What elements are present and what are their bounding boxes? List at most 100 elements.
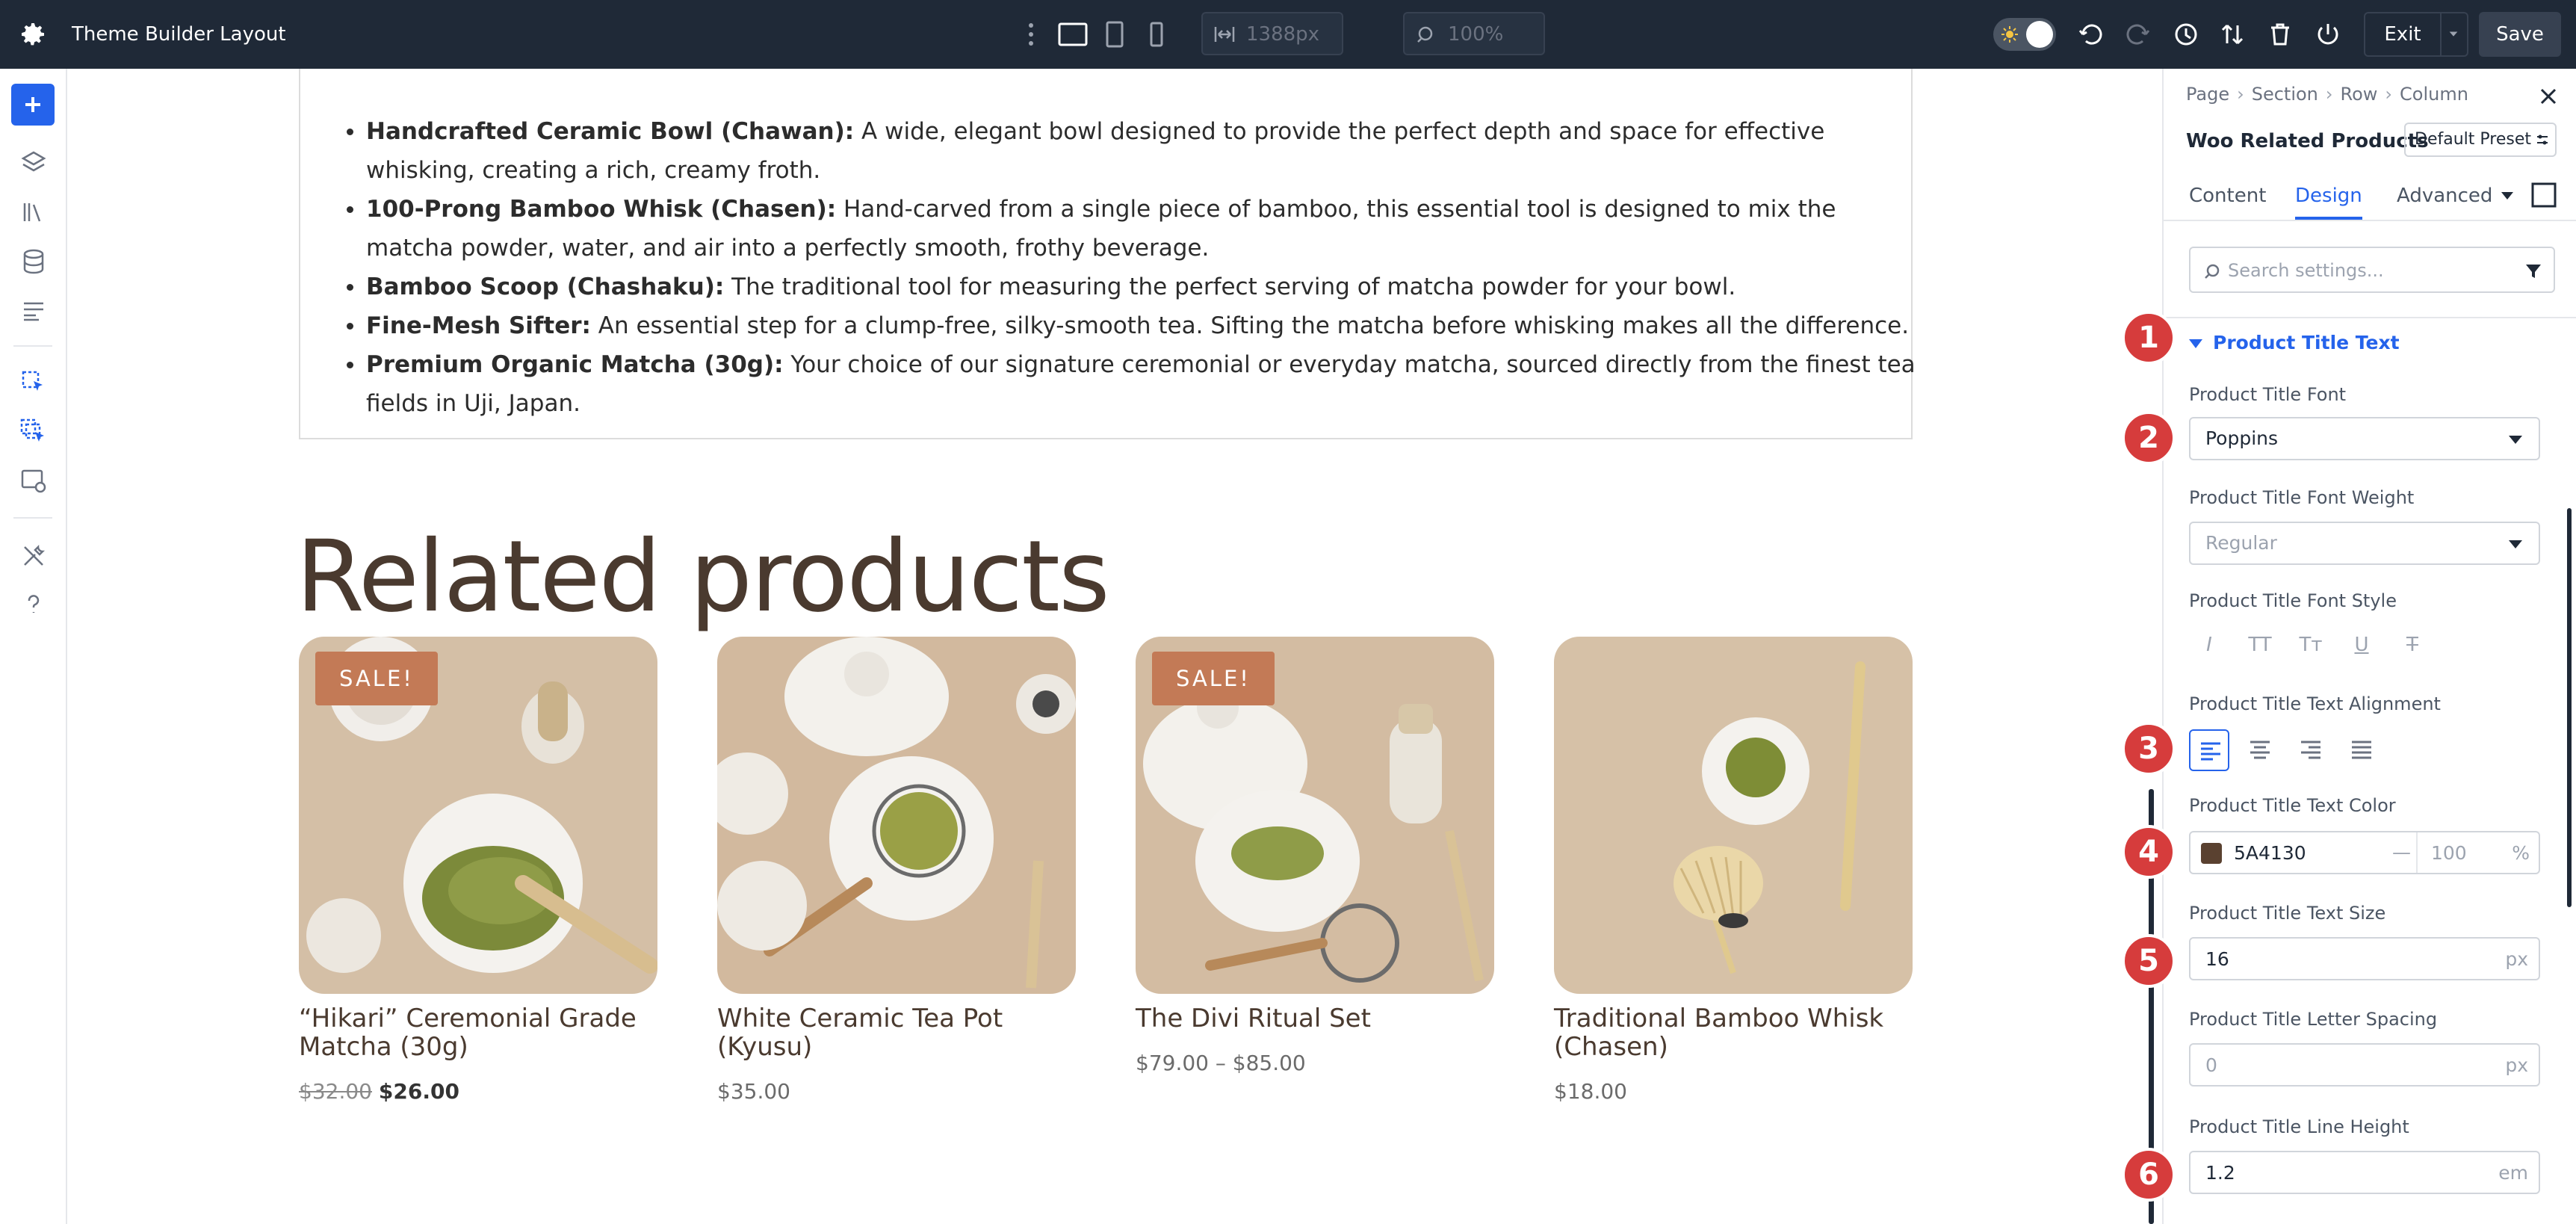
product-image[interactable]: SALE! — [1136, 637, 1494, 994]
underline-button[interactable]: U — [2341, 634, 2382, 656]
caret-down-icon — [2509, 436, 2522, 444]
caret-down-icon — [2189, 339, 2202, 348]
letter-spacing-label: Product Title Letter Spacing — [2189, 1009, 2438, 1030]
product-title[interactable]: Traditional Bamboo Whisk (Chasen) — [1554, 1004, 1898, 1061]
redo-icon[interactable] — [2123, 19, 2153, 49]
item-title: Fine-Mesh Sifter: — [366, 312, 591, 339]
frame-icon[interactable] — [2530, 181, 2558, 209]
line-height-value: 1.2 — [2205, 1162, 2235, 1184]
product-title[interactable]: The Divi Ritual Set — [1136, 1004, 1479, 1033]
capitalize-button[interactable]: Tт — [2291, 634, 2331, 656]
library-icon[interactable] — [17, 196, 50, 229]
italic-button[interactable]: I — [2189, 634, 2229, 656]
breadcrumb-page[interactable]: Page — [2186, 84, 2229, 105]
undo-icon[interactable] — [2075, 19, 2105, 49]
tab-advanced[interactable]: Advanced — [2397, 173, 2492, 220]
align-left-button[interactable] — [2189, 729, 2229, 771]
history-icon[interactable] — [2171, 19, 2201, 49]
uppercase-button[interactable]: TT — [2240, 634, 2280, 656]
align-right-button[interactable] — [2291, 729, 2331, 771]
preset-selector[interactable]: Default Preset — [2404, 123, 2557, 157]
tools-icon[interactable] — [17, 540, 50, 572]
desktop-view-icon[interactable] — [1056, 19, 1089, 49]
align-left-icon — [2201, 742, 2220, 761]
tab-content[interactable]: Content — [2189, 173, 2266, 220]
filter-icon[interactable] — [2524, 262, 2543, 281]
product-description-list: Handcrafted Ceramic Bowl (Chawan): A wid… — [347, 69, 1928, 423]
strikethrough-button[interactable]: T — [2392, 634, 2433, 656]
viewport-width-value: 1388px — [1246, 23, 1320, 46]
text-color-field[interactable]: 5A4130 — 100 % — [2189, 831, 2540, 874]
sun-icon — [2001, 26, 2018, 43]
annotation-badge: 5 — [2122, 934, 2176, 988]
zoom-field[interactable]: 100% — [1403, 12, 1545, 55]
product-image[interactable] — [1554, 637, 1913, 994]
bamboo-whisk-image — [1554, 637, 1913, 994]
trash-icon[interactable] — [2265, 19, 2295, 49]
list-item: Bamboo Scoop (Chashaku): The traditional… — [347, 268, 1928, 306]
breadcrumb-separator: › — [2385, 84, 2393, 105]
breadcrumb-row[interactable]: Row — [2341, 84, 2378, 105]
product-title[interactable]: White Ceramic Tea Pot (Kyusu) — [717, 1004, 1061, 1061]
exit-button[interactable]: Exit — [2364, 12, 2442, 57]
product-image[interactable] — [717, 637, 1076, 994]
text-size-value: 16 — [2205, 948, 2229, 970]
tablet-view-icon[interactable] — [1098, 19, 1131, 49]
tab-design[interactable]: Design — [2295, 173, 2362, 220]
add-module-button[interactable] — [11, 84, 55, 126]
opacity-field[interactable]: 100 % — [2416, 832, 2540, 873]
product-card[interactable]: White Ceramic Tea Pot (Kyusu) $35.00 — [717, 637, 1076, 1104]
align-center-button[interactable] — [2240, 729, 2280, 771]
chevron-down-icon[interactable] — [2500, 190, 2515, 202]
multi-select-icon[interactable] — [17, 415, 50, 448]
zoom-value: 100% — [1448, 23, 1504, 46]
alignment-buttons — [2189, 729, 2540, 771]
layers-icon[interactable] — [17, 146, 50, 179]
product-card[interactable]: Traditional Bamboo Whisk (Chasen) $18.00 — [1554, 637, 1913, 1104]
product-image[interactable]: SALE! — [299, 637, 657, 994]
search-input[interactable] — [2228, 256, 2497, 285]
product-card[interactable]: SALE! The Divi Ritual Set $79.00 – $85.0… — [1136, 637, 1494, 1076]
app-title: Theme Builder Layout — [72, 23, 286, 46]
product-card[interactable]: SALE! “Hikari” Ceremonial Grade Matcha (… — [299, 637, 657, 1104]
product-price: $35.00 — [717, 1079, 790, 1104]
save-button[interactable]: Save — [2479, 12, 2561, 57]
gear-icon[interactable] — [18, 19, 48, 49]
sort-arrows-icon[interactable] — [2217, 19, 2247, 49]
select-pointer-icon[interactable] — [17, 366, 50, 399]
align-justify-button[interactable] — [2341, 729, 2382, 771]
power-icon[interactable] — [2313, 19, 2343, 49]
settings-search — [2189, 247, 2555, 293]
breadcrumb: Page › Section › Row › Column — [2186, 82, 2468, 106]
theme-toggle[interactable] — [1993, 18, 2056, 51]
phone-view-icon[interactable] — [1140, 19, 1173, 49]
viewport-width-field[interactable]: 1388px — [1201, 12, 1343, 55]
help-icon[interactable] — [17, 589, 50, 622]
item-text: The traditional tool for measuring the p… — [724, 273, 1736, 300]
breadcrumb-column[interactable]: Column — [2400, 84, 2468, 105]
chevron-down-icon — [2449, 31, 2458, 37]
old-price: $32.00 — [299, 1079, 372, 1104]
opacity-unit: % — [2512, 842, 2530, 864]
text-size-field[interactable]: 16 px — [2189, 937, 2540, 980]
more-vertical-icon[interactable] — [1022, 19, 1040, 49]
exit-dropdown-button[interactable] — [2442, 12, 2468, 57]
panel-scrollbar[interactable] — [2567, 508, 2572, 907]
line-height-field[interactable]: 1.2 em — [2189, 1151, 2540, 1194]
font-label: Product Title Font — [2189, 384, 2347, 405]
font-select[interactable]: Poppins — [2189, 417, 2540, 460]
caret-down-icon — [2509, 540, 2522, 548]
layout-icon[interactable] — [17, 294, 50, 327]
color-swatch[interactable] — [2201, 843, 2222, 864]
settings-panel: Page › Section › Row › Column Woo Related Prod… — [2162, 69, 2576, 1224]
alignment-label: Product Title Text Alignment — [2189, 693, 2441, 714]
letter-spacing-field[interactable]: 0 px — [2189, 1043, 2540, 1087]
breadcrumb-section[interactable]: Section — [2252, 84, 2318, 105]
product-title[interactable]: “Hikari” Ceremonial Grade Matcha (30g) — [299, 1004, 643, 1061]
database-icon[interactable] — [17, 245, 50, 278]
group-toggle-product-title-text[interactable]: Product Title Text — [2189, 330, 2400, 356]
close-icon[interactable] — [2539, 87, 2558, 106]
preview-settings-icon[interactable] — [17, 465, 50, 498]
teapot-image — [717, 637, 1076, 994]
font-weight-select[interactable]: Regular — [2189, 522, 2540, 565]
